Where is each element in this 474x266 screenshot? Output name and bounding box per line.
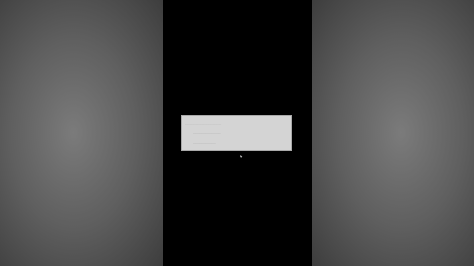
code-dialog: –––––––––––––––––––––––––––––– –––––––––… bbox=[181, 115, 292, 151]
mouse-pointer-icon bbox=[240, 155, 243, 158]
blurred-background-right bbox=[312, 0, 474, 266]
dialog-line-3: ––––––––––––––––––– bbox=[193, 142, 216, 145]
video-frame: –––––––––––––––––––––––––––––– –––––––––… bbox=[0, 0, 474, 266]
phone-screen: –––––––––––––––––––––––––––––– –––––––––… bbox=[163, 0, 312, 266]
dialog-line-1: –––––––––––––––––––––––––––––– bbox=[185, 124, 222, 127]
blurred-background-left bbox=[0, 0, 163, 266]
dialog-line-2: ––––––––––––––––––––––– bbox=[193, 133, 221, 136]
